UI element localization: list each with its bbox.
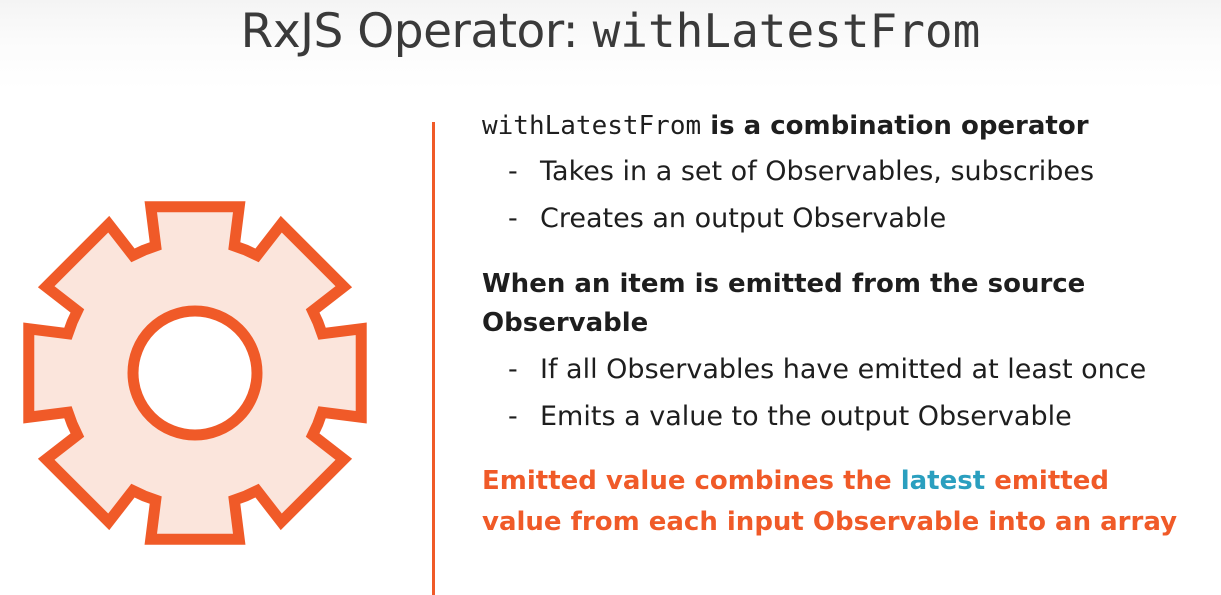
summary-line1: Emitted value combines the latest emitte…	[482, 463, 1109, 499]
heading-code: withLatestFrom	[482, 111, 702, 141]
slide: RxJS Operator: withLatestFrom withLatest…	[0, 0, 1221, 595]
section1-heading: withLatestFrom is a combination operator	[482, 108, 1089, 144]
bullet-marker: -	[508, 156, 518, 187]
section2-bullet-1: - If all Observables have emitted at leas…	[508, 352, 1146, 388]
summary-line2: value from each input Observable into an…	[482, 507, 1178, 537]
summary-highlight: latest	[900, 466, 986, 496]
bullet-marker: -	[508, 401, 518, 432]
section2-bullet-2: - Emits a value to the output Observable	[508, 399, 1072, 435]
summary-text-2: emitted	[985, 466, 1109, 496]
section1-bullet-1: - Takes in a set of Observables, subscrib…	[508, 154, 1094, 190]
bullet-marker: -	[508, 354, 518, 385]
gear-icon	[23, 201, 367, 545]
bullet-text: Creates an output Observable	[540, 203, 947, 234]
section2-heading-line2: Observable	[482, 308, 649, 338]
section1-bullet-2: - Creates an output Observable	[508, 201, 946, 237]
vertical-divider	[432, 122, 435, 595]
slide-title: RxJS Operator: withLatestFrom	[0, 2, 1221, 61]
section2-heading-line1: When an item is emitted from the source	[482, 269, 1086, 299]
title-prefix: RxJS Operator:	[240, 4, 593, 59]
title-code: withLatestFrom	[592, 4, 981, 58]
bullet-text: Takes in a set of Observables, subscribe…	[540, 156, 1095, 187]
bullet-text: Emits a value to the output Observable	[540, 401, 1072, 432]
gear-hole	[127, 305, 263, 441]
summary-text-1: Emitted value combines the	[482, 466, 901, 496]
bullet-text: If all Observables have emitted at least…	[540, 354, 1147, 385]
bullet-marker: -	[508, 203, 518, 234]
heading-text: is a combination operator	[701, 111, 1089, 141]
